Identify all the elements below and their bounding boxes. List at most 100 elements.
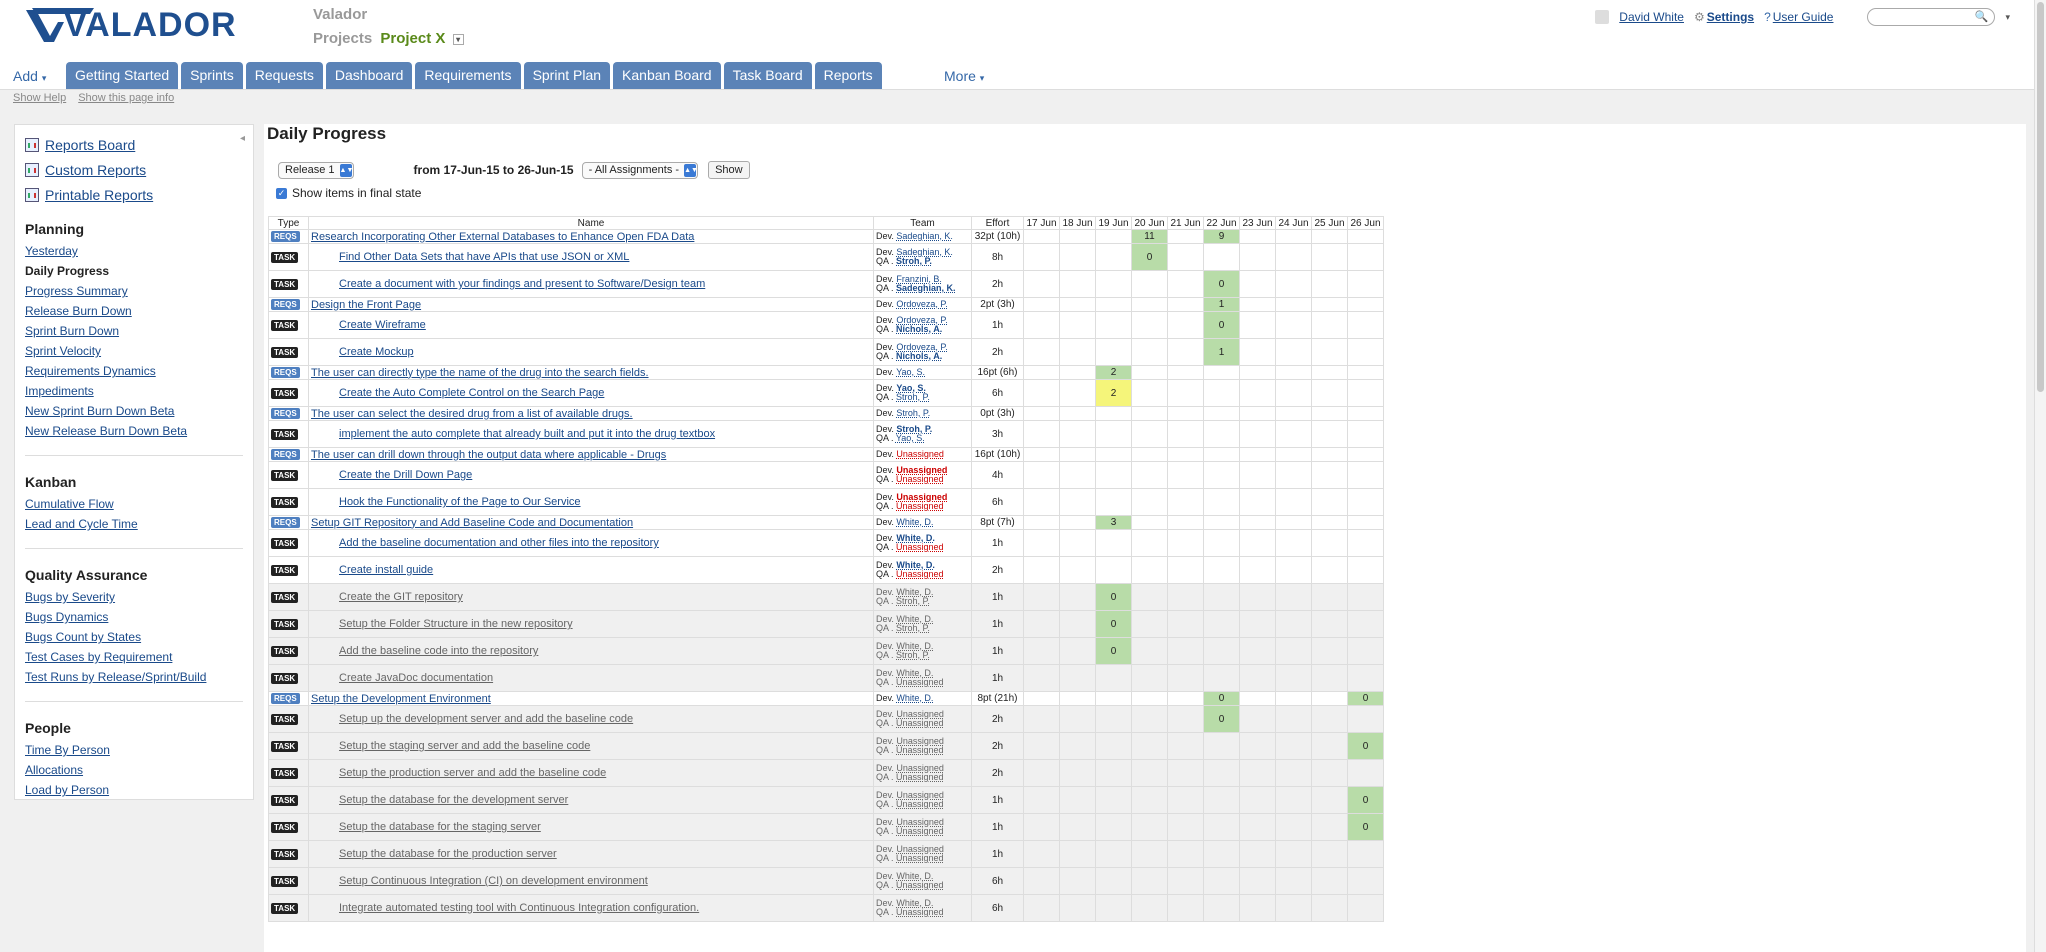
sidebar-item[interactable]: Sprint Velocity — [25, 341, 243, 361]
reports-board-link[interactable]: Reports Board — [25, 137, 243, 153]
search-dropdown-icon[interactable]: ▾ — [2005, 12, 2010, 23]
item-link[interactable]: Setup up the development server and add … — [339, 713, 633, 725]
tab-requests[interactable]: Requests — [245, 62, 323, 89]
sidebar-item[interactable]: Lead and Cycle Time — [25, 514, 243, 534]
qa-assignee[interactable]: Unassigned — [896, 880, 944, 890]
dev-assignee[interactable]: Yao, S. — [896, 367, 925, 377]
tab-kanban-board[interactable]: Kanban Board — [613, 62, 721, 89]
qa-assignee[interactable]: Unassigned — [896, 718, 944, 728]
qa-assignee[interactable]: Nichols, A. — [896, 324, 942, 334]
sidebar-item[interactable]: New Release Burn Down Beta — [25, 421, 243, 441]
show-help-link[interactable]: Show Help — [13, 92, 66, 104]
sidebar-item[interactable]: Sprint Burn Down — [25, 321, 243, 341]
item-link[interactable]: Add the baseline code into the repositor… — [339, 645, 538, 657]
page-scrollbar[interactable] — [2034, 0, 2046, 952]
item-link[interactable]: Setup the database for the development s… — [339, 794, 568, 806]
project-name[interactable]: Project X — [380, 30, 445, 47]
dev-assignee[interactable]: White, D. — [896, 693, 933, 703]
tab-dashboard[interactable]: Dashboard — [325, 62, 413, 89]
item-link[interactable]: Create the Auto Complete Control on the … — [339, 387, 604, 399]
item-link[interactable]: The user can select the desired drug fro… — [311, 408, 633, 420]
sidebar-item[interactable]: Impediments — [25, 381, 243, 401]
qa-assignee[interactable]: Stroh, P. — [896, 392, 930, 402]
qa-assignee[interactable]: Yao, S. — [896, 433, 925, 443]
dev-assignee[interactable]: Unassigned — [896, 449, 944, 459]
assignments-select[interactable]: - All Assignments - ▲▼ — [581, 161, 699, 179]
item-link[interactable]: Create a document with your findings and… — [339, 278, 705, 290]
sidebar-item[interactable]: Load by Person — [25, 780, 243, 800]
item-link[interactable]: Hook the Functionality of the Page to Ou… — [339, 496, 581, 508]
tab-sprint-plan[interactable]: Sprint Plan — [523, 62, 611, 89]
qa-assignee[interactable]: Unassigned — [896, 542, 944, 552]
item-link[interactable]: Find Other Data Sets that have APIs that… — [339, 251, 629, 263]
item-link[interactable]: Create JavaDoc documentation — [339, 672, 493, 684]
item-link[interactable]: Setup the Folder Structure in the new re… — [339, 618, 573, 630]
item-link[interactable]: Integrate automated testing tool with Co… — [339, 902, 699, 914]
printable-reports-link[interactable]: Printable Reports — [25, 187, 243, 203]
settings-link[interactable]: Settings — [1707, 10, 1754, 24]
item-link[interactable]: Add the baseline documentation and other… — [339, 537, 659, 549]
sidebar-item[interactable]: Requirements Dynamics — [25, 361, 243, 381]
qa-assignee[interactable]: Stroh, P. — [896, 256, 932, 266]
qa-assignee[interactable]: Unassigned — [896, 677, 944, 687]
dev-assignee[interactable]: White, D. — [896, 517, 933, 527]
item-link[interactable]: Create Wireframe — [339, 319, 426, 331]
item-link[interactable]: Setup GIT Repository and Add Baseline Co… — [311, 517, 633, 529]
show-button[interactable]: Show — [708, 161, 750, 179]
item-link[interactable]: Create Mockup — [339, 346, 414, 358]
item-link[interactable]: implement the auto complete that already… — [339, 428, 715, 440]
project-selector[interactable]: Projects Project X ▾ — [313, 30, 464, 47]
qa-assignee[interactable]: Unassigned — [896, 501, 944, 511]
sidebar-item[interactable]: Time By Person — [25, 740, 243, 760]
custom-reports-link[interactable]: Custom Reports — [25, 162, 243, 178]
qa-assignee[interactable]: Unassigned — [896, 474, 944, 484]
sidebar-item[interactable]: Progress Summary — [25, 281, 243, 301]
qa-assignee[interactable]: Unassigned — [896, 772, 944, 782]
qa-assignee[interactable]: Unassigned — [896, 826, 944, 836]
show-page-info-link[interactable]: Show this page info — [78, 92, 174, 104]
search-input[interactable]: 🔍 — [1867, 8, 1996, 26]
tab-task-board[interactable]: Task Board — [723, 62, 812, 89]
tab-sprints[interactable]: Sprints — [181, 62, 243, 89]
qa-assignee[interactable]: Unassigned — [896, 907, 944, 917]
qa-assignee[interactable]: Stroh, P. — [896, 623, 930, 633]
tab-reports[interactable]: Reports — [814, 62, 882, 89]
item-link[interactable]: Setup the Development Environment — [311, 693, 491, 705]
add-menu[interactable]: Add ▾ — [13, 68, 46, 84]
dev-assignee[interactable]: Sadeghian, K. — [896, 231, 953, 241]
item-link[interactable]: Setup the database for the production se… — [339, 848, 557, 860]
tab-requirements[interactable]: Requirements — [415, 62, 521, 89]
sidebar-item[interactable]: Cumulative Flow — [25, 494, 243, 514]
final-state-checkbox[interactable]: ✓ — [276, 187, 287, 199]
item-link[interactable]: Create the GIT repository — [339, 591, 463, 603]
sidebar-item[interactable]: Bugs Dynamics — [25, 607, 243, 627]
item-link[interactable]: The user can directly type the name of t… — [311, 367, 649, 379]
release-select[interactable]: Release 1 ▲▼ — [278, 161, 354, 179]
item-link[interactable]: Setup Continuous Integration (CI) on dev… — [339, 875, 648, 887]
sidebar-item[interactable]: Test Cases by Requirement — [25, 647, 243, 667]
user-name-link[interactable]: David White — [1619, 10, 1684, 24]
qa-assignee[interactable]: Stroh, P. — [896, 596, 930, 606]
sidebar-item[interactable]: Daily Progress — [25, 261, 243, 281]
item-link[interactable]: The user can drill down through the outp… — [311, 449, 666, 461]
project-dropdown-icon[interactable]: ▾ — [452, 33, 464, 45]
qa-assignee[interactable]: Unassigned — [896, 799, 944, 809]
qa-assignee[interactable]: Unassigned — [896, 745, 944, 755]
item-link[interactable]: Research Incorporating Other External Da… — [311, 231, 694, 243]
sidebar-item[interactable]: Bugs Count by States — [25, 627, 243, 647]
sidebar-item[interactable]: Test Runs by Release/Sprint/Build — [25, 667, 243, 687]
qa-assignee[interactable]: Unassigned — [896, 569, 944, 579]
valador-logo[interactable]: VALADOR — [24, 4, 299, 48]
item-link[interactable]: Setup the staging server and add the bas… — [339, 740, 590, 752]
item-link[interactable]: Create install guide — [339, 564, 433, 576]
sidebar-item[interactable]: Bugs by Severity — [25, 587, 243, 607]
qa-assignee[interactable]: Unassigned — [896, 853, 944, 863]
user-guide-link[interactable]: User Guide — [1773, 10, 1834, 24]
more-menu[interactable]: More ▾ — [944, 68, 984, 84]
dev-assignee[interactable]: Ordoveza, P. — [896, 299, 947, 309]
tab-getting-started[interactable]: Getting Started — [66, 62, 179, 89]
search-icon[interactable]: 🔍 — [1975, 10, 1989, 23]
collapse-sidebar-icon[interactable]: ◂ — [240, 133, 245, 144]
sidebar-item[interactable]: Release Burn Down — [25, 301, 243, 321]
item-link[interactable]: Setup the database for the staging serve… — [339, 821, 541, 833]
